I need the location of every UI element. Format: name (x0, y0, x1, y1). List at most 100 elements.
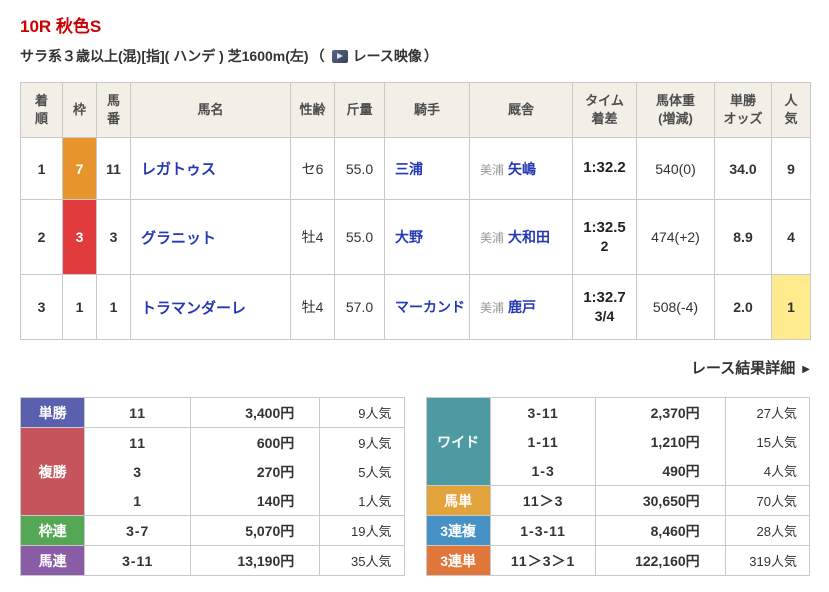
column-header-stable: 厩舎 (469, 82, 573, 138)
stable-cell: 美浦 矢嶋 (469, 137, 573, 200)
payout-type-label: 単勝 (19, 397, 86, 428)
weight-cell: 57.0 (334, 274, 385, 340)
sex-age-cell: 牡4 (290, 199, 335, 275)
sex-age-cell: 牡4 (290, 274, 335, 340)
horse-name-link[interactable]: トラマンダーレ (141, 300, 246, 317)
paren-close: ） (423, 48, 438, 64)
payout-amount: 122,160円 (595, 545, 726, 576)
finish-cell: 1 (20, 137, 63, 200)
stable-cell: 美浦 大和田 (469, 199, 573, 275)
jockey-link[interactable]: 大野 (395, 229, 423, 245)
result-row-3: 3 1 1 トラマンダーレ 牡4 57.0 マーカンド 美浦 鹿戸 1:32.7 … (20, 274, 811, 340)
payout-group-sanrentan: 3連単 11＞3＞1 122,160円 319人気 (425, 545, 811, 576)
payout-combo: 11 (84, 427, 192, 457)
detail-link-label: レース結果詳細 (691, 360, 796, 377)
payout-combo: 1-11 (489, 427, 597, 456)
payout-combo: 1-3 (489, 456, 597, 486)
popularity-cell: 4 (771, 199, 811, 275)
column-header-sex-age: 性齢 (290, 82, 335, 138)
payout-type-label: 馬単 (425, 485, 491, 516)
chevron-right-icon: ▶ (802, 364, 810, 375)
column-header-weight: 斤量 (334, 82, 385, 138)
results-header-row: 着 順 枠 馬 番 馬名 性齢 斤量 騎手 厩舎 タイム 着差 馬体重 (増減)… (20, 82, 811, 138)
finish-cell: 2 (20, 199, 63, 275)
payout-amount: 270円 (190, 457, 321, 486)
trainer-link[interactable]: 鹿戸 (508, 299, 536, 315)
stable-cell: 美浦 鹿戸 (469, 274, 573, 340)
finish-cell: 3 (20, 274, 63, 340)
race-title: 10R 秋色S (20, 17, 102, 36)
column-header-horse-weight: 馬体重 (増減) (636, 82, 715, 138)
time-cell: 1:32.7 3/4 (572, 274, 637, 340)
weight-cell: 55.0 (334, 199, 385, 275)
race-video-icon (331, 49, 348, 63)
payout-popularity: 4人気 (724, 456, 811, 486)
payout-combo: 1 (84, 486, 192, 516)
jockey-link[interactable]: マーカンド (395, 299, 465, 315)
race-conditions-bar: サラ系３歳以上(混)[指]( ハンデ ) 芝1600m(左) （ レース映像 ） (20, 46, 810, 66)
payout-type-label: ワイド (425, 397, 491, 486)
payout-amount: 3,400円 (190, 397, 321, 428)
sex-age-cell: セ6 (290, 137, 335, 200)
frame-cell: 7 (62, 137, 97, 200)
payout-combo: 3-11 (489, 397, 597, 427)
payout-type-label: 3連単 (425, 545, 491, 576)
payout-combo: 3 (84, 457, 192, 486)
payout-section: 単勝 11 3,400円 9人気 複勝 11 600円 9人気 3 270円 5… (19, 397, 811, 576)
detail-link-row: レース結果詳細 ▶ (20, 357, 810, 378)
payout-table-left: 単勝 11 3,400円 9人気 複勝 11 600円 9人気 3 270円 5… (19, 397, 405, 576)
horse-weight-cell: 474(+2) (636, 199, 715, 275)
column-header-jockey: 騎手 (384, 82, 470, 138)
result-row-2: 2 3 3 グラニット 牡4 55.0 大野 美浦 大和田 1:32.5 2 47… (20, 199, 811, 275)
payout-group-sanrenpuku: 3連複 1-3-11 8,460円 28人気 (425, 515, 811, 546)
payout-popularity: 27人気 (724, 397, 811, 427)
race-results-table: 着 順 枠 馬 番 馬名 性齢 斤量 騎手 厩舎 タイム 着差 馬体重 (増減)… (20, 82, 811, 340)
jockey-link[interactable]: 三浦 (395, 161, 423, 177)
popularity-cell: 9 (771, 137, 811, 200)
column-header-time-margin: タイム 着差 (572, 82, 637, 138)
payout-group-wide: ワイド 3-11 2,370円 27人気 1-11 1,210円 15人気 1-… (425, 397, 811, 486)
margin-value: 2 (600, 237, 609, 254)
payout-combo: 3-7 (84, 515, 192, 546)
paren-open: （ (310, 48, 325, 64)
frame-cell: 1 (62, 274, 97, 340)
payout-type-label: 枠連 (19, 515, 86, 546)
payout-type-label: 複勝 (19, 427, 86, 516)
payout-popularity: 35人気 (319, 545, 405, 576)
result-row-1: 1 7 11 レガトゥス セ6 55.0 三浦 美浦 矢嶋 1:32.2 540(… (20, 137, 811, 200)
race-result-detail-link[interactable]: レース結果詳細 ▶ (691, 360, 810, 377)
column-header-odds: 単勝 オッズ (714, 82, 772, 138)
trainer-link[interactable]: 矢嶋 (508, 161, 536, 177)
race-video-link[interactable]: レース映像 (353, 46, 422, 66)
horse-name-link[interactable]: グラニット (141, 230, 216, 247)
payout-combo: 1-3-11 (489, 515, 597, 546)
time-cell: 1:32.2 (572, 137, 637, 200)
odds-cell: 34.0 (714, 137, 772, 200)
horse-number-cell: 3 (96, 199, 131, 275)
horse-number-cell: 11 (96, 137, 131, 200)
payout-combo: 3-11 (84, 545, 192, 576)
payout-popularity: 9人気 (319, 397, 405, 428)
payout-amount: 8,460円 (595, 515, 726, 546)
time-cell: 1:32.5 2 (572, 199, 637, 275)
column-header-frame: 枠 (62, 82, 97, 138)
payout-group-fukusho: 複勝 11 600円 9人気 3 270円 5人気 1 140円 1人気 (19, 427, 405, 516)
horse-weight-cell: 508(-4) (636, 274, 715, 340)
odds-cell: 8.9 (714, 199, 772, 275)
time-value: 1:32.5 (583, 218, 626, 236)
time-value: 1:32.7 (583, 288, 626, 306)
payout-type-label: 馬連 (19, 545, 86, 576)
payout-amount: 13,190円 (190, 545, 321, 576)
race-result-page: 10R 秋色S サラ系３歳以上(混)[指]( ハンデ ) 芝1600m(左) （… (0, 0, 829, 592)
payout-group-umaren: 馬連 3-11 13,190円 35人気 (19, 545, 405, 576)
column-header-horse-number: 馬 番 (96, 82, 131, 138)
payout-popularity: 5人気 (319, 457, 405, 486)
payout-group-umatan: 馬単 11＞3 30,650円 70人気 (425, 485, 811, 516)
payout-combo: 11＞3＞1 (489, 545, 597, 576)
payout-popularity: 15人気 (724, 427, 811, 456)
payout-popularity: 19人気 (319, 515, 405, 546)
payout-amount: 2,370円 (595, 397, 726, 427)
trainer-link[interactable]: 大和田 (508, 229, 550, 245)
horse-name-link[interactable]: レガトゥス (141, 161, 216, 178)
payout-amount: 490円 (595, 456, 726, 486)
